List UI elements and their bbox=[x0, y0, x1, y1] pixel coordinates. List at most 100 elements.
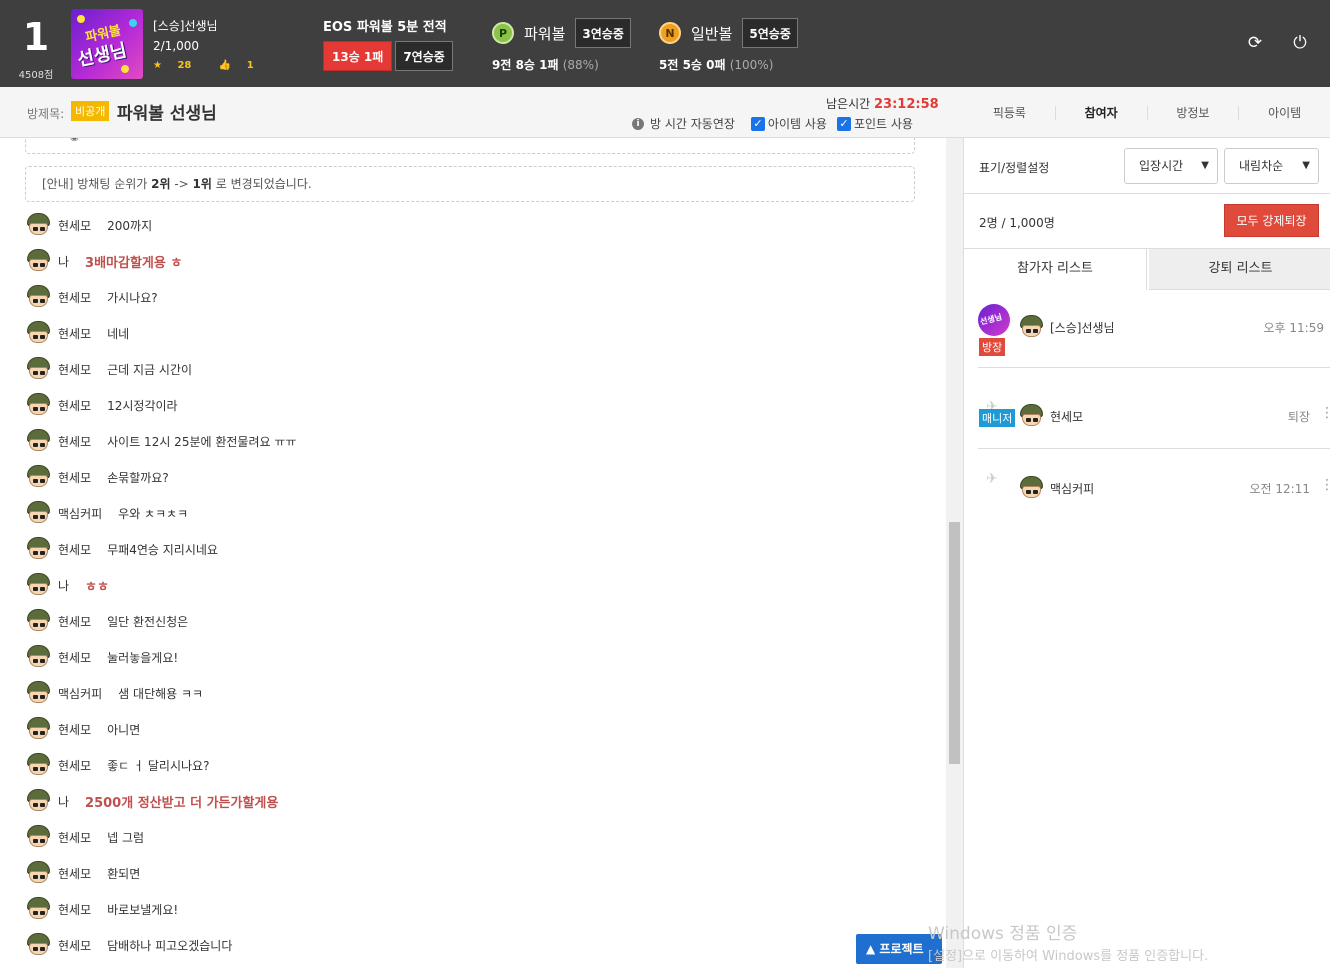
message-text: 눌러놓을게요! bbox=[107, 650, 179, 665]
message-text: 무패4연승 지리시네요 bbox=[107, 542, 218, 557]
chat-message: 현세모 가시나요? bbox=[25, 282, 158, 312]
chat-message: 현세모 넵 그럼 bbox=[25, 822, 144, 852]
normalball-icon: N bbox=[659, 22, 681, 44]
chat-message: 현세모 아니면 bbox=[25, 714, 140, 744]
kick-icon[interactable]: ✈ bbox=[986, 471, 998, 487]
right-tabs: 픽등록 참여자 방정보 아이템 bbox=[964, 87, 1330, 138]
powerball-name: 파워볼 bbox=[524, 24, 566, 43]
item-use-checkbox[interactable]: ✓ bbox=[750, 116, 765, 131]
message-nickname[interactable]: 현세모 bbox=[58, 289, 91, 306]
message-nickname[interactable]: 나 bbox=[58, 793, 69, 810]
rank-block: 1 4508점 bbox=[10, 8, 62, 81]
message-nickname[interactable]: 현세모 bbox=[58, 325, 91, 342]
message-text: 사이트 12시 25분에 환전물려요 ㅠㅠ bbox=[107, 434, 297, 449]
normalball-summary: 5전 5승 0패 bbox=[659, 58, 726, 72]
room-options: i 방 시간 자동연장 ✓ 아이템 사용 ✓ 포인트 사용 bbox=[632, 115, 913, 132]
notice-text: [안내] 방채팅 순위가 bbox=[42, 177, 152, 191]
tab-kicked-list[interactable]: 강퇴 리스트 bbox=[1149, 249, 1330, 290]
host-info: [스승]선생님 2/1,000 ★ 28 👍 1 bbox=[153, 16, 278, 76]
message-nickname[interactable]: 현세모 bbox=[58, 469, 91, 486]
powerball-icon: P bbox=[492, 22, 514, 44]
auto-extend-label[interactable]: 방 시간 자동연장 bbox=[650, 115, 735, 132]
avatar-decoration bbox=[121, 65, 129, 73]
message-nickname[interactable]: 현세모 bbox=[58, 433, 91, 450]
soldier-icon bbox=[25, 212, 52, 238]
chat-scrollbar-thumb[interactable] bbox=[949, 522, 960, 764]
room-header: 방제목: 비공개 파워볼 선생님 남은시간 23:12:58 i 방 시간 자동… bbox=[0, 87, 1330, 138]
message-text: 환되면 bbox=[107, 866, 141, 881]
tab-room-info[interactable]: 방정보 bbox=[1148, 105, 1240, 120]
soldier-icon bbox=[25, 680, 52, 706]
chat-message: 현세모 좋ㄷ ㅓ 달리시나요? bbox=[25, 750, 209, 780]
tab-participant-list[interactable]: 참가자 리스트 bbox=[964, 249, 1147, 290]
host-avatar[interactable]: 파워볼 선생님 bbox=[71, 9, 143, 79]
message-text: 가시나요? bbox=[107, 290, 158, 305]
divider bbox=[978, 448, 1330, 449]
message-nickname[interactable]: 현세모 bbox=[58, 721, 91, 738]
star-icon: ★ bbox=[153, 60, 162, 71]
message-nickname[interactable]: 현세모 bbox=[58, 361, 91, 378]
message-nickname[interactable]: 나 bbox=[58, 253, 69, 270]
message-nickname[interactable]: 현세모 bbox=[58, 901, 91, 918]
participant-row[interactable]: ✈ 맥심커피 오전 12:11 ⋮ bbox=[978, 465, 1330, 515]
powerball-summary: 9전 8승 1패 bbox=[492, 58, 559, 72]
message-nickname[interactable]: 현세모 bbox=[58, 613, 91, 630]
participant-row[interactable]: 선생님 방장 [스승]선생님 오후 11:59 bbox=[978, 304, 1328, 356]
message-nickname[interactable]: 현세모 bbox=[58, 937, 91, 954]
more-vertical-icon[interactable]: ⋮ bbox=[1320, 477, 1330, 493]
participant-count: 2명 / 1,000명 bbox=[979, 216, 1055, 230]
more-vertical-icon[interactable]: ⋮ bbox=[1320, 405, 1330, 421]
soldier-icon bbox=[25, 536, 52, 562]
room-title-label: 방제목: bbox=[27, 107, 65, 121]
sort-order-select[interactable]: 내림차순 ▼ bbox=[1224, 148, 1319, 184]
tab-pick-register[interactable]: 픽등록 bbox=[964, 105, 1056, 120]
sort-by-select[interactable]: 입장시간 ▼ bbox=[1124, 148, 1218, 184]
info-icon[interactable]: i bbox=[632, 117, 644, 130]
item-use-label[interactable]: 아이템 사용 bbox=[768, 115, 827, 132]
eos-record: EOS 파워볼 5분 전적 13승 1패 7연승중 bbox=[323, 16, 453, 71]
message-nickname[interactable]: 나 bbox=[58, 577, 69, 594]
host-stats: ★ 28 👍 1 bbox=[153, 56, 278, 76]
message-nickname[interactable]: 현세모 bbox=[58, 397, 91, 414]
point-use-checkbox[interactable]: ✓ bbox=[836, 116, 851, 131]
soldier-icon bbox=[25, 464, 52, 490]
soldier-icon bbox=[25, 356, 52, 382]
message-text: 근데 지금 시간이 bbox=[107, 362, 193, 377]
thumbs-up-icon: 👍 bbox=[218, 60, 232, 71]
star-stat: ★ 28 bbox=[153, 60, 203, 71]
kick-all-button[interactable]: 모두 강제퇴장 bbox=[1224, 204, 1319, 237]
like-count: 1 bbox=[246, 60, 254, 71]
chat-message: 나 2500개 정산받고 더 가든가할게용 bbox=[25, 786, 278, 816]
message-nickname[interactable]: 현세모 bbox=[58, 829, 91, 846]
tab-items[interactable]: 아이템 bbox=[1239, 106, 1330, 120]
tab-participants[interactable]: 참여자 bbox=[1056, 105, 1148, 120]
soldier-icon bbox=[25, 860, 52, 886]
notice-suffix: 로 변경되었습니다. bbox=[211, 177, 312, 191]
chat-message: 나 3배마감할게용 ㅎ bbox=[25, 246, 182, 276]
message-text: 2500개 정산받고 더 가든가할게용 bbox=[85, 795, 279, 811]
avatar-decoration bbox=[77, 15, 85, 23]
message-text: 넵 그럼 bbox=[107, 830, 145, 845]
soldier-icon bbox=[25, 896, 52, 922]
soldier-icon bbox=[25, 284, 52, 310]
host-name[interactable]: [스승]선생님 bbox=[153, 16, 278, 36]
participant-row[interactable]: ✈ 매니저 현세모 퇴장 ⋮ bbox=[978, 393, 1330, 443]
message-nickname[interactable]: 현세모 bbox=[58, 757, 91, 774]
chat-message: 나 ㅎㅎ bbox=[25, 570, 109, 600]
powerball-block: P 파워볼 3연승중 9전 8승 1패 (88%) bbox=[492, 18, 631, 73]
point-use-label[interactable]: 포인트 사용 bbox=[854, 115, 913, 132]
message-nickname[interactable]: 현세모 bbox=[58, 217, 91, 234]
chat-message: 현세모 일단 환전신청은 bbox=[25, 606, 188, 636]
message-nickname[interactable]: 현세모 bbox=[58, 649, 91, 666]
chat-area: ◉ [안내] 방채팅 순위가 2위 -> 1위 로 변경되었습니다. 현세모 20… bbox=[0, 138, 946, 968]
divider bbox=[964, 193, 1330, 194]
message-nickname[interactable]: 현세모 bbox=[58, 865, 91, 882]
chat-message: 현세모 200까지 bbox=[25, 210, 152, 240]
refresh-icon[interactable]: ⟳ bbox=[1246, 34, 1264, 52]
message-nickname[interactable]: 현세모 bbox=[58, 541, 91, 558]
message-nickname[interactable]: 맥심커피 bbox=[58, 505, 102, 522]
soldier-icon bbox=[25, 608, 52, 634]
message-nickname[interactable]: 맥심커피 bbox=[58, 685, 102, 702]
windows-watermark-title: Windows 정품 인증 bbox=[928, 924, 1078, 944]
power-icon[interactable]: ⏻ bbox=[1291, 34, 1309, 52]
